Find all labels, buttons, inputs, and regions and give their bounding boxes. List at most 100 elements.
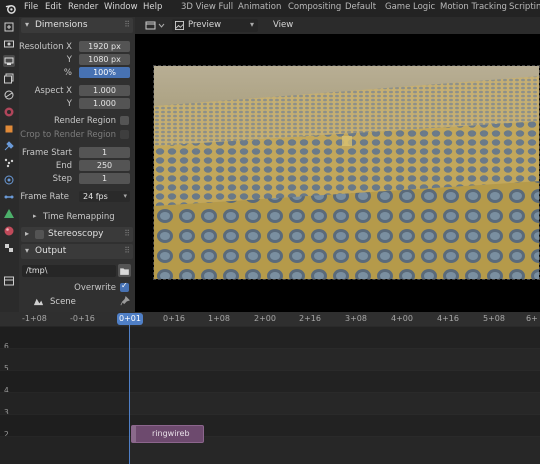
ruler-tick: -1+08: [22, 314, 47, 323]
ruler-tick: 4+16: [437, 314, 459, 323]
tab-default[interactable]: Default: [345, 2, 376, 12]
playhead-frame-indicator[interactable]: 0+01: [117, 313, 143, 325]
image-icon: [175, 21, 184, 30]
ruler-tick: 1+08: [208, 314, 230, 323]
stereoscopy-title: Stereoscopy: [48, 229, 104, 239]
drag-grip-icon[interactable]: ⠿: [124, 229, 130, 238]
preview-header: Preview ▾ View: [135, 17, 540, 34]
blender-logo-icon[interactable]: [5, 3, 16, 14]
sequencer-strip[interactable]: ringwireb: [131, 425, 204, 443]
chevron-down-icon: ▾: [25, 246, 30, 255]
render-preview-image: [153, 65, 540, 280]
ruler-tick: 0+16: [163, 314, 185, 323]
material-icon[interactable]: [3, 225, 15, 237]
chevron-down-icon: ▾: [123, 192, 127, 200]
pin-icon[interactable]: [120, 296, 130, 306]
resolution-x-field[interactable]: 1920 px: [79, 41, 130, 52]
output-icon[interactable]: [3, 55, 15, 67]
frame-rate-dropdown[interactable]: 24 fps ▾: [79, 191, 130, 202]
overwrite-label: Overwrite: [74, 283, 116, 293]
data-icon[interactable]: [3, 208, 15, 220]
chevron-right-icon: ▸: [25, 229, 30, 238]
menu-help[interactable]: Help: [143, 2, 162, 12]
particles-icon[interactable]: [3, 157, 15, 169]
aspect-y-field[interactable]: 1.000: [79, 98, 130, 109]
ruler-tick: 4+00: [391, 314, 413, 323]
menu-render[interactable]: Render: [68, 2, 98, 12]
output-path-field[interactable]: /tmp\: [22, 265, 116, 277]
editor-type-icon[interactable]: [3, 275, 15, 287]
drag-grip-icon[interactable]: ⠿: [124, 20, 130, 29]
view-layer-icon[interactable]: [3, 72, 15, 84]
frame-step-label: Step: [52, 174, 72, 184]
stereoscopy-panel-header[interactable]: ▸ Stereoscopy ⠿: [21, 227, 133, 242]
frame-step-field[interactable]: 1: [79, 173, 130, 184]
stereoscopy-checkbox[interactable]: [35, 230, 44, 239]
percent-label: %: [63, 68, 72, 78]
scene-breadcrumb: Scene: [50, 297, 76, 307]
dimensions-panel-header[interactable]: ▾ Dimensions ⠿: [21, 18, 133, 33]
preview-mode-dropdown[interactable]: Preview ▾: [172, 19, 258, 32]
scene-icon: [33, 296, 44, 307]
sequencer-channels[interactable]: 6 5 4 3 2: [0, 326, 540, 464]
chevron-right-icon: ▸: [33, 212, 37, 220]
resolution-x-label: Resolution X: [19, 42, 72, 52]
constraints-icon[interactable]: [3, 191, 15, 203]
properties-tab-strip: [0, 17, 19, 312]
ruler-tick: 5+08: [483, 314, 505, 323]
render-region-checkbox[interactable]: [120, 116, 129, 125]
render-icon[interactable]: [3, 38, 15, 50]
tab-animation[interactable]: Animation: [238, 2, 281, 12]
aspect-x-label: Aspect X: [34, 86, 72, 96]
render-region-label: Render Region: [53, 116, 116, 126]
tab-game-logic[interactable]: Game Logic: [385, 2, 435, 12]
texture-icon[interactable]: [3, 242, 15, 254]
frame-range-overlay: [130, 326, 540, 464]
output-panel-header[interactable]: ▾ Output ⠿: [21, 244, 133, 259]
chevron-down-icon: ▾: [25, 20, 30, 29]
editor-type-icon[interactable]: [145, 20, 167, 31]
crop-region-label: Crop to Render Region: [20, 130, 116, 140]
ruler-tick: 2+00: [254, 314, 276, 323]
crop-region-checkbox[interactable]: [120, 130, 129, 139]
frame-end-field[interactable]: 250: [79, 160, 130, 171]
output-title: Output: [35, 246, 67, 256]
menu-file[interactable]: File: [24, 2, 38, 12]
world-icon[interactable]: [3, 106, 15, 118]
modifier-icon[interactable]: [3, 140, 15, 152]
strip-label: ringwireb: [152, 429, 190, 438]
object-icon[interactable]: [3, 123, 15, 135]
frame-start-label: Frame Start: [22, 148, 72, 158]
menu-edit[interactable]: Edit: [45, 2, 61, 12]
frame-rate-label: Frame Rate: [20, 192, 69, 202]
physics-icon[interactable]: [3, 174, 15, 186]
playhead-line[interactable]: [129, 325, 130, 464]
aspect-y-label: Y: [66, 99, 72, 109]
timeline-ruler[interactable]: -1+08 -0+16 0+16 1+08 2+00 2+16 3+08 4+0…: [0, 312, 540, 326]
ruler-tick: 2+16: [299, 314, 321, 323]
folder-icon[interactable]: [118, 264, 131, 277]
tab-compositing[interactable]: Compositing: [288, 2, 341, 12]
properties-panel: ▾ Dimensions ⠿ Resolution X 1920 px Y 10…: [19, 17, 135, 312]
ruler-tick: -0+16: [70, 314, 95, 323]
overwrite-checkbox[interactable]: [120, 281, 129, 292]
menu-window[interactable]: Window: [104, 2, 138, 12]
frame-end-label: End: [55, 161, 72, 171]
resolution-y-field[interactable]: 1080 px: [79, 54, 130, 65]
preview-mode-label: Preview: [188, 20, 222, 30]
time-remapping-subpanel[interactable]: Time Remapping: [43, 212, 115, 222]
strip-left-handle[interactable]: [132, 426, 136, 442]
resolution-percent-field[interactable]: 100%: [79, 67, 130, 78]
chevron-down-icon: ▾: [249, 20, 254, 29]
drag-grip-icon[interactable]: ⠿: [124, 246, 130, 255]
tab-motion-tracking[interactable]: Motion Tracking: [440, 2, 507, 12]
aspect-x-field[interactable]: 1.000: [79, 85, 130, 96]
ruler-tick: 6+: [526, 314, 538, 323]
view-menu[interactable]: View: [273, 20, 293, 30]
frame-rate-value: 24 fps: [83, 192, 108, 201]
frame-start-field[interactable]: 1: [79, 147, 130, 158]
tool-icon[interactable]: [3, 21, 15, 33]
scene-icon[interactable]: [3, 89, 15, 101]
tab-3d-view-full[interactable]: 3D View Full: [181, 2, 233, 12]
tab-scripting[interactable]: Scripting: [509, 2, 540, 12]
